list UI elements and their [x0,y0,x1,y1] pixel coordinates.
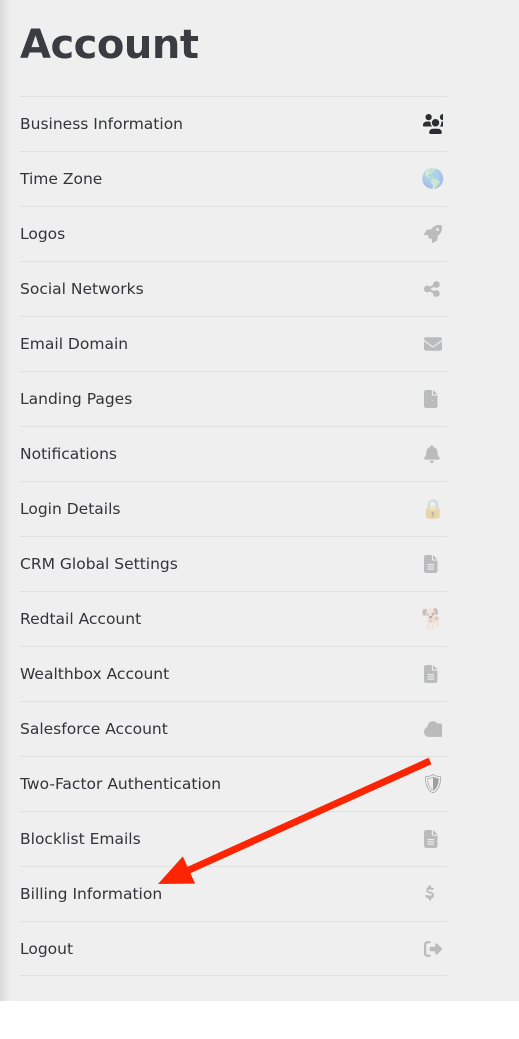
menu-item-crm-global-settings[interactable]: CRM Global Settings [20,536,447,591]
shield-icon-glyph: 🛡 [420,773,446,795]
menu-item-billing-information[interactable]: Billing Information [20,866,447,921]
menu-item-label: Blocklist Emails [20,830,141,848]
menu-item-label: Notifications [20,445,118,463]
menu-item-logos[interactable]: Logos [20,206,447,261]
bell-icon [419,440,447,468]
menu-item-label: CRM Global Settings [20,555,178,573]
menu-item-blocklist-emails[interactable]: Blocklist Emails [20,811,447,866]
menu-item-label: Landing Pages [20,390,133,408]
envelope-icon [419,330,447,358]
globe-icon: 🌎 [419,165,447,193]
menu-item-two-factor-authentication[interactable]: Two-Factor Authentication 🛡 [20,756,447,811]
menu-item-label: Billing Information [20,885,163,903]
page-title: Account [20,22,199,68]
menu-item-notifications[interactable]: Notifications [20,426,447,481]
panel-right-margin [487,0,519,1001]
dog-icon: 🐕 [419,605,447,633]
users-icon [419,110,447,138]
menu-item-wealthbox-account[interactable]: Wealthbox Account [20,646,447,701]
document-icon [419,550,447,578]
document-icon [419,825,447,853]
menu-item-label: Time Zone [20,170,103,188]
menu-item-label: Logos [20,225,66,243]
menu-item-label: Email Domain [20,335,129,353]
menu-item-login-details[interactable]: Login Details 🔒 [20,481,447,536]
menu-item-landing-pages[interactable]: Landing Pages [20,371,447,426]
sign-out-icon [419,935,447,963]
account-menu-list: Business Information Time Zone 🌎 Logos Socia… [20,96,447,976]
account-settings-screen: Account Business Information Time Zone 🌎 Lo… [0,0,519,1039]
dog-icon-glyph: 🐕 [421,608,445,630]
menu-item-label: Salesforce Account [20,720,168,738]
panel-bottom-margin [0,1001,519,1039]
shield-icon: 🛡 [419,770,447,798]
globe-icon-glyph: 🌎 [421,168,445,190]
rocket-icon [419,220,447,248]
menu-item-label: Logout [20,939,74,958]
menu-item-time-zone[interactable]: Time Zone 🌎 [20,151,447,206]
cloud-icon [419,715,447,743]
menu-item-label: Two-Factor Authentication [20,775,222,793]
share-nodes-icon [419,275,447,303]
menu-item-label: Redtail Account [20,610,142,628]
menu-item-label: Business Information [20,115,183,133]
menu-item-redtail-account[interactable]: Redtail Account 🐕 [20,591,447,646]
menu-item-label: Wealthbox Account [20,665,170,683]
menu-item-label: Social Networks [20,280,144,298]
lock-icon-glyph: 🔒 [421,498,445,520]
menu-item-business-information[interactable]: Business Information [20,96,447,151]
menu-item-salesforce-account[interactable]: Salesforce Account [20,701,447,756]
menu-item-logout[interactable]: Logout [20,921,447,976]
menu-item-social-networks[interactable]: Social Networks [20,261,447,316]
menu-item-label: Login Details [20,500,121,518]
lock-icon: 🔒 [419,495,447,523]
document-icon [419,660,447,688]
file-image-icon [419,385,447,413]
menu-item-email-domain[interactable]: Email Domain [20,316,447,371]
dollar-sign-icon [419,880,447,908]
